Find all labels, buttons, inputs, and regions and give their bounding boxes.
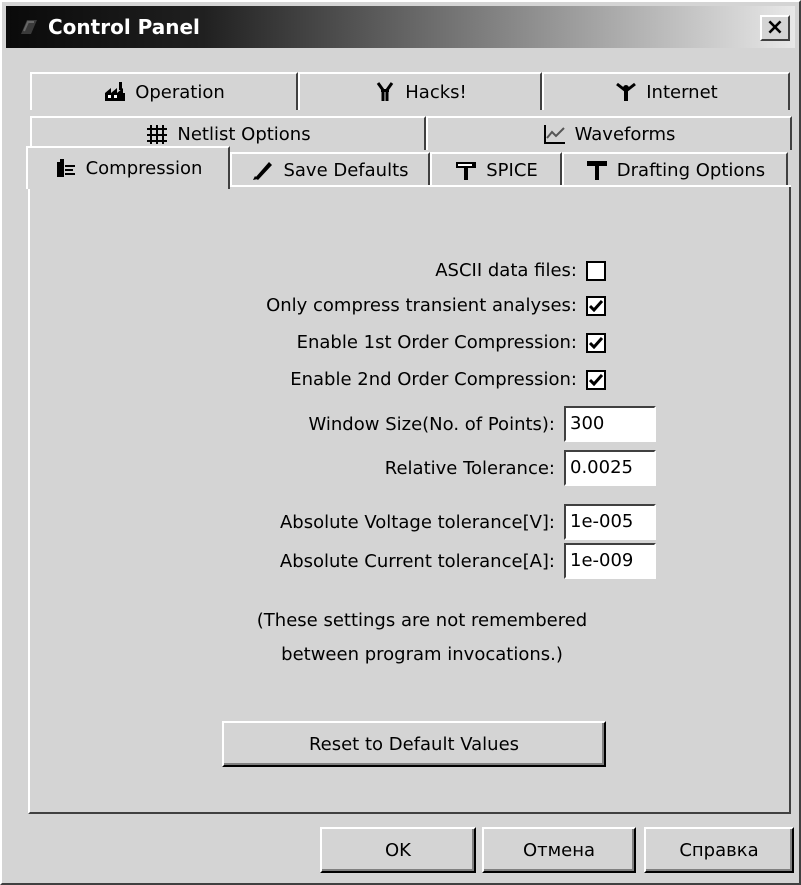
control-panel-window: Control Panel × Operation Hacks! Interne… bbox=[0, 0, 801, 885]
only-compress-transient-checkbox[interactable] bbox=[586, 296, 606, 316]
pen-icon bbox=[251, 159, 275, 181]
compress-icon bbox=[54, 158, 78, 180]
tab-label: Compression bbox=[85, 158, 203, 179]
cancel-button[interactable]: Отмена bbox=[482, 827, 636, 873]
absolute-voltage-tolerance-input[interactable]: 1e-005 bbox=[564, 504, 656, 540]
reset-defaults-button[interactable]: Reset to Default Values bbox=[222, 721, 606, 767]
ascii-data-files-label: ASCII data files: bbox=[435, 260, 577, 281]
tab-label: Drafting Options bbox=[616, 159, 766, 181]
close-icon: × bbox=[765, 15, 785, 40]
close-button[interactable]: × bbox=[760, 15, 790, 41]
only-compress-transient-label: Only compress transient analyses: bbox=[266, 295, 577, 316]
tab-label: Hacks! bbox=[405, 81, 467, 103]
relative-tolerance-input[interactable]: 0.0025 bbox=[564, 450, 656, 486]
tab-label: Save Defaults bbox=[283, 159, 409, 181]
tab-panel-compression bbox=[28, 185, 791, 814]
cancel-label: Отмена bbox=[522, 839, 596, 861]
antenna-icon bbox=[614, 81, 638, 103]
hammer-icon bbox=[454, 159, 478, 181]
second-order-compression-label: Enable 2nd Order Compression: bbox=[290, 369, 577, 390]
tab-operation[interactable]: Operation bbox=[30, 72, 298, 110]
ok-button[interactable]: OK bbox=[320, 827, 476, 873]
tab-save-defaults[interactable]: Save Defaults bbox=[230, 152, 430, 186]
app-icon bbox=[18, 16, 40, 38]
panel-top-border bbox=[230, 185, 791, 187]
tab-compression[interactable]: Compression bbox=[26, 146, 230, 189]
window-size-input[interactable]: 300 bbox=[564, 406, 656, 442]
pliers-icon bbox=[373, 81, 397, 103]
check-icon bbox=[589, 300, 603, 312]
window-title: Control Panel bbox=[48, 15, 200, 39]
waveform-icon bbox=[543, 123, 567, 145]
settings-note-line2: between program invocations.) bbox=[281, 644, 563, 665]
tab-label: Netlist Options bbox=[177, 123, 311, 145]
title-bar[interactable]: Control Panel × bbox=[6, 6, 795, 48]
tab-drafting-options[interactable]: Drafting Options bbox=[562, 152, 788, 186]
check-icon bbox=[589, 374, 603, 386]
tab-label: Waveforms bbox=[574, 123, 676, 145]
absolute-voltage-tolerance-label: Absolute Voltage tolerance[V]: bbox=[279, 512, 555, 533]
reset-defaults-label: Reset to Default Values bbox=[308, 733, 520, 755]
tab-spice[interactable]: SPICE bbox=[430, 152, 562, 186]
window-size-label: Window Size(No. of Points): bbox=[308, 414, 556, 435]
absolute-current-tolerance-label: Absolute Current tolerance[A]: bbox=[279, 551, 555, 572]
tab-label: Internet bbox=[646, 81, 718, 103]
second-order-compression-checkbox[interactable] bbox=[586, 370, 606, 390]
absolute-current-tolerance-input[interactable]: 1e-009 bbox=[564, 543, 656, 579]
tab-internet[interactable]: Internet bbox=[542, 72, 790, 110]
relative-tolerance-label: Relative Tolerance: bbox=[384, 458, 555, 479]
factory-icon bbox=[103, 81, 127, 103]
tab-waveforms[interactable]: Waveforms bbox=[426, 116, 792, 150]
grid-icon bbox=[145, 123, 169, 145]
tab-label: Operation bbox=[135, 81, 225, 103]
first-order-compression-checkbox[interactable] bbox=[586, 333, 606, 353]
tab-label: SPICE bbox=[486, 159, 538, 181]
settings-note-line1: (These settings are not remembered bbox=[256, 610, 588, 631]
tab-netlist-options[interactable]: Netlist Options bbox=[30, 116, 426, 150]
help-button[interactable]: Справка bbox=[644, 827, 794, 873]
ascii-data-files-checkbox[interactable] bbox=[586, 261, 606, 281]
ok-label: OK bbox=[385, 839, 411, 861]
tab-hacks[interactable]: Hacks! bbox=[298, 72, 542, 110]
check-icon bbox=[589, 337, 603, 349]
help-label: Справка bbox=[679, 839, 759, 861]
first-order-compression-label: Enable 1st Order Compression: bbox=[296, 332, 577, 353]
tsquare-icon bbox=[585, 159, 609, 181]
